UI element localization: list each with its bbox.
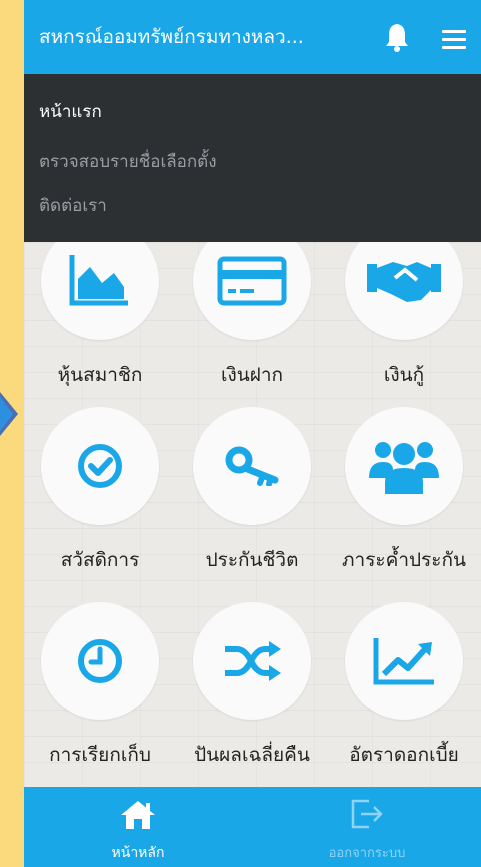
area-chart-icon [69, 255, 128, 306]
side-tab-inner [0, 397, 13, 431]
tile-dividend[interactable]: ปันผลเฉลี่ยคืน [176, 590, 328, 785]
tile-guarantee[interactable]: ภาระค้ำประกัน [328, 395, 480, 590]
check-circle-icon [78, 444, 122, 488]
tile-icon-circle [193, 602, 311, 720]
tile-label: อัตราดอกเบี้ย [349, 744, 459, 766]
bell-icon[interactable] [384, 22, 410, 52]
tile-label: สวัสดิการ [60, 549, 140, 571]
tile-icon-circle [193, 407, 311, 525]
nav-item-home[interactable]: หน้าหลัก [24, 787, 252, 867]
tile-icon-circle [41, 602, 159, 720]
tile-label: เงินกู้ [383, 364, 425, 386]
menu-item-home[interactable]: หน้าแรก [39, 98, 102, 125]
top-app-bar: สหกรณ์ออมทรัพย์กรมทางหลว... [24, 0, 481, 74]
nav-item-logout[interactable]: ออกจากระบบ [253, 787, 481, 867]
line-chart-icon [373, 638, 434, 685]
tile-icon-circle [41, 407, 159, 525]
tile-icon-circle [345, 407, 463, 525]
users-icon [369, 442, 439, 494]
menu-item-contact[interactable]: ติดต่อเรา [39, 192, 107, 219]
credit-card-icon [217, 256, 287, 306]
dropdown-menu: หน้าแรก ตรวจสอบรายชื่อเลือกตั้ง ติดต่อเร… [24, 74, 481, 242]
tile-label: การเรียกเก็บ [49, 744, 151, 766]
tile-interest-rate[interactable]: อัตราดอกเบี้ย [328, 590, 480, 785]
key-icon [225, 446, 279, 486]
logout-icon [351, 799, 383, 829]
tile-collection[interactable]: การเรียกเก็บ [24, 590, 176, 785]
tile-label: เงินฝาก [220, 364, 284, 386]
bottom-nav-bar: หน้าหลัก ออกจากระบบ [24, 787, 481, 867]
tile-icon-circle [345, 602, 463, 720]
handshake-icon [367, 262, 441, 302]
tile-label: ภาระค้ำประกัน [342, 549, 466, 571]
nav-label-home: หน้าหลัก [111, 845, 165, 861]
hamburger-menu-icon[interactable] [442, 30, 466, 49]
app-title: สหกรณ์ออมทรัพย์กรมทางหลว... [39, 26, 304, 48]
tile-label: ปันผลเฉลี่ยคืน [194, 744, 310, 766]
clock-icon [78, 639, 122, 683]
tile-label: ประกันชีวิต [205, 549, 299, 571]
home-icon [121, 801, 155, 829]
phone-screen: หุ้นสมาชิก เงินฝาก เงินกู้ สวัสดิการ ประ… [24, 0, 481, 867]
shuffle-icon [225, 641, 281, 681]
tile-welfare[interactable]: สวัสดิการ [24, 395, 176, 590]
tile-life-insurance[interactable]: ประกันชีวิต [176, 395, 328, 590]
menu-item-election-check[interactable]: ตรวจสอบรายชื่อเลือกตั้ง [39, 148, 217, 175]
nav-label-logout: ออกจากระบบ [328, 846, 406, 861]
tile-label: หุ้นสมาชิก [57, 364, 143, 386]
